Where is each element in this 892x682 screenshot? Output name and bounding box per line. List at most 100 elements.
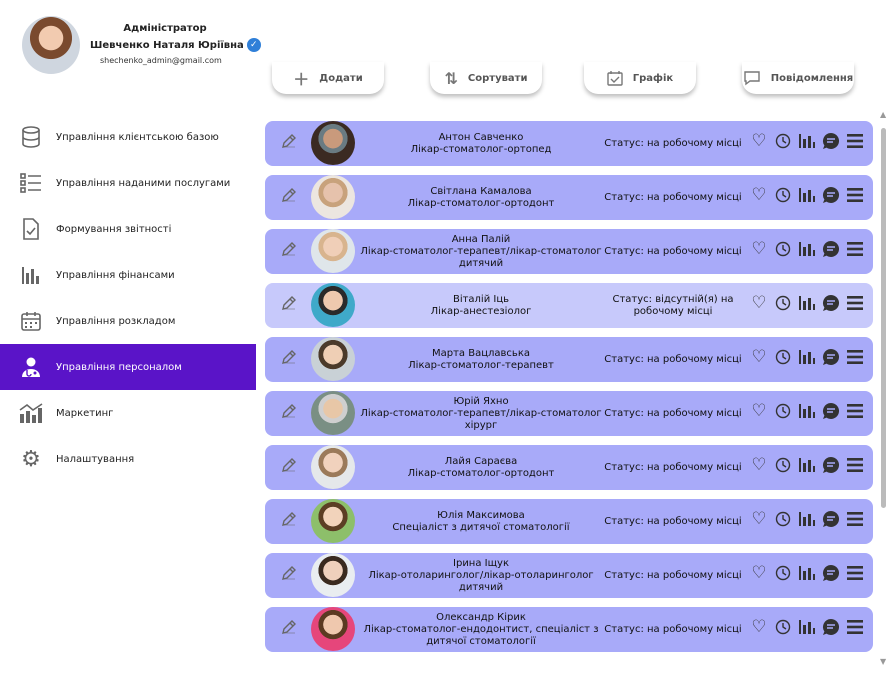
staff-row[interactable]: Юрій Яхно Лікар-стоматолог-терапевт/лікар…: [265, 391, 873, 436]
scroll-up-icon[interactable]: ▲: [880, 110, 886, 119]
heart-icon[interactable]: ♡: [747, 563, 771, 583]
clock-icon[interactable]: [771, 457, 795, 473]
comment-icon[interactable]: [819, 348, 843, 366]
clock-icon[interactable]: [771, 133, 795, 149]
staff-photo[interactable]: [311, 391, 355, 435]
edit-icon[interactable]: [281, 403, 297, 419]
clock-icon[interactable]: [771, 241, 795, 257]
menu-icon[interactable]: [843, 457, 867, 473]
messages-button[interactable]: Повідомлення: [742, 62, 854, 94]
bar-chart-icon[interactable]: [795, 295, 819, 311]
scrollbar[interactable]: ▲ ▼: [878, 110, 890, 666]
sidebar-item-clients[interactable]: Управління клієнтською базою: [0, 114, 256, 160]
menu-icon[interactable]: [843, 133, 867, 149]
clock-icon[interactable]: [771, 187, 795, 203]
edit-icon[interactable]: [281, 133, 297, 149]
bar-chart-icon[interactable]: [795, 565, 819, 581]
menu-icon[interactable]: [843, 403, 867, 419]
bar-chart-icon[interactable]: [795, 403, 819, 419]
edit-icon[interactable]: [281, 565, 297, 581]
edit-icon[interactable]: [281, 457, 297, 473]
edit-icon[interactable]: [281, 619, 297, 635]
sidebar-item-finance[interactable]: Управління фінансами: [0, 252, 256, 298]
comment-icon[interactable]: [819, 402, 843, 420]
heart-icon[interactable]: ♡: [747, 293, 771, 313]
heart-icon[interactable]: ♡: [747, 509, 771, 529]
staff-row[interactable]: Анна Палій Лікар-стоматолог-терапевт/ліка…: [265, 229, 873, 274]
edit-icon[interactable]: [281, 187, 297, 203]
staff-photo[interactable]: [311, 445, 355, 489]
staff-photo[interactable]: [311, 337, 355, 381]
heart-icon[interactable]: ♡: [747, 455, 771, 475]
row-actions: ♡: [747, 563, 867, 583]
heart-icon[interactable]: ♡: [747, 347, 771, 367]
add-button[interactable]: ＋ Додати: [272, 62, 384, 94]
comment-icon[interactable]: [819, 240, 843, 258]
heart-icon[interactable]: ♡: [747, 239, 771, 259]
menu-icon[interactable]: [843, 187, 867, 203]
clock-icon[interactable]: [771, 565, 795, 581]
clock-icon[interactable]: [771, 511, 795, 527]
staff-row[interactable]: Антон Савченко Лікар-стоматолог-ортопед Ст…: [265, 121, 873, 166]
staff-row[interactable]: Марта Вацлавська Лікар-стоматолог-терапев…: [265, 337, 873, 382]
scrollbar-thumb[interactable]: [881, 128, 886, 508]
comment-icon[interactable]: [819, 294, 843, 312]
menu-icon[interactable]: [843, 349, 867, 365]
staff-row[interactable]: Лайя Сараєва Лікар-стоматолог-ортодонт Ста…: [265, 445, 873, 490]
bar-chart-icon[interactable]: [795, 241, 819, 257]
sidebar-item-reports[interactable]: Формування звітності: [0, 206, 256, 252]
sidebar-item-services[interactable]: Управління наданими послугами: [0, 160, 256, 206]
staff-row[interactable]: Олександр Кірик Лікар-стоматолог-ендодонт…: [265, 607, 873, 652]
heart-icon[interactable]: ♡: [747, 617, 771, 637]
edit-icon[interactable]: [281, 511, 297, 527]
comment-icon[interactable]: [819, 564, 843, 582]
scroll-down-icon[interactable]: ▼: [880, 657, 886, 666]
staff-photo[interactable]: [311, 229, 355, 273]
admin-avatar[interactable]: [22, 16, 80, 74]
menu-icon[interactable]: [843, 511, 867, 527]
menu-icon[interactable]: [843, 241, 867, 257]
staff-position: Лікар-анестезіолог: [430, 305, 532, 317]
heart-icon[interactable]: ♡: [747, 185, 771, 205]
sidebar-item-schedule[interactable]: Управління розкладом: [0, 298, 256, 344]
edit-icon[interactable]: [281, 295, 297, 311]
sidebar-item-staff[interactable]: Управління персоналом: [0, 344, 256, 390]
comment-icon[interactable]: [819, 132, 843, 150]
clock-icon[interactable]: [771, 295, 795, 311]
bar-chart-icon[interactable]: [795, 187, 819, 203]
edit-icon[interactable]: [281, 349, 297, 365]
comment-icon[interactable]: [819, 186, 843, 204]
menu-icon[interactable]: [843, 295, 867, 311]
bar-chart-icon[interactable]: [795, 133, 819, 149]
comment-icon[interactable]: [819, 618, 843, 636]
staff-row[interactable]: Ірина Іщук Лікар-отоларинголог/лікар-отол…: [265, 553, 873, 598]
clock-icon[interactable]: [771, 403, 795, 419]
edit-icon[interactable]: [281, 241, 297, 257]
comment-icon[interactable]: [819, 456, 843, 474]
staff-row[interactable]: Юлія Максимова Спеціаліст з дитячої стома…: [265, 499, 873, 544]
staff-row[interactable]: Світлана Камалова Лікар-стоматолог-ортодо…: [265, 175, 873, 220]
staff-photo[interactable]: [311, 607, 355, 651]
schedule-button[interactable]: Графік: [584, 62, 696, 94]
comment-icon[interactable]: [819, 510, 843, 528]
bar-chart-icon[interactable]: [795, 619, 819, 635]
menu-icon[interactable]: [843, 619, 867, 635]
heart-icon[interactable]: ♡: [747, 131, 771, 151]
sidebar-item-marketing[interactable]: Маркетинг: [0, 390, 256, 436]
bar-chart-icon[interactable]: [795, 457, 819, 473]
staff-row[interactable]: Віталій Іць Лікар-анестезіолог Статус: від…: [265, 283, 873, 328]
bar-chart-icon[interactable]: [795, 349, 819, 365]
staff-photo[interactable]: [311, 499, 355, 543]
heart-icon[interactable]: ♡: [747, 401, 771, 421]
clock-icon[interactable]: [771, 619, 795, 635]
bar-chart-icon[interactable]: [795, 511, 819, 527]
menu-icon[interactable]: [843, 565, 867, 581]
verified-icon: ✓: [246, 38, 261, 52]
sidebar-item-settings[interactable]: ⚙ Налаштування: [0, 436, 256, 482]
staff-photo[interactable]: [311, 121, 355, 165]
staff-photo[interactable]: [311, 553, 355, 597]
clock-icon[interactable]: [771, 349, 795, 365]
staff-photo[interactable]: [311, 175, 355, 219]
staff-photo[interactable]: [311, 283, 355, 327]
sort-button[interactable]: ⇅ Сортувати: [430, 62, 542, 94]
